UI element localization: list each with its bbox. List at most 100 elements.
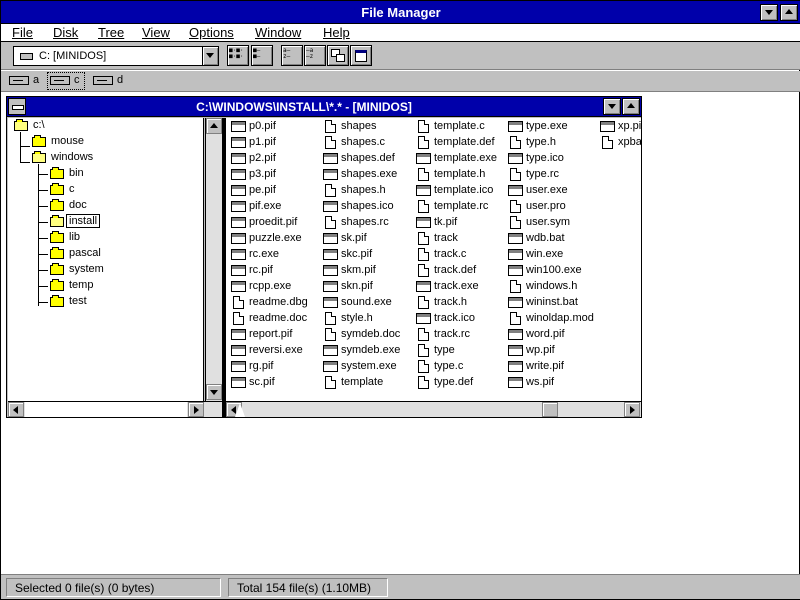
file-item[interactable]: shapes — [322, 119, 412, 135]
file-item[interactable]: wininst.bat — [507, 295, 597, 311]
file-item[interactable]: shapes.h — [322, 183, 412, 199]
tree-item-c[interactable]: c — [50, 183, 170, 198]
new-window-button[interactable] — [350, 45, 372, 66]
maximize-button[interactable] — [780, 4, 798, 21]
tree-item-c[interactable]: c:\ — [14, 119, 134, 134]
file-item[interactable]: sk.pif — [322, 231, 412, 247]
drive-c[interactable]: c — [47, 72, 85, 90]
file-item[interactable]: wp.pif — [507, 343, 597, 359]
file-item[interactable]: track.ico — [415, 311, 505, 327]
view-name-button[interactable]: ■·■· ■·■· — [227, 45, 249, 66]
file-item[interactable]: template.def — [415, 135, 505, 151]
file-item[interactable]: system.exe — [322, 359, 412, 375]
file-item[interactable]: readme.doc — [230, 311, 320, 327]
drive-d[interactable]: d — [91, 73, 127, 89]
file-item[interactable]: rcpp.exe — [230, 279, 320, 295]
file-item[interactable]: winoldap.mod — [507, 311, 597, 327]
cascade-windows-button[interactable] — [327, 45, 349, 66]
file-item[interactable]: p2.pif — [230, 151, 320, 167]
file-item[interactable]: readme.dbg — [230, 295, 320, 311]
scroll-right-button[interactable] — [188, 402, 204, 417]
file-item[interactable]: sc.pif — [230, 375, 320, 391]
tree-item-temp[interactable]: temp — [50, 279, 170, 294]
file-item[interactable]: shapes.c — [322, 135, 412, 151]
file-item[interactable]: word.pif — [507, 327, 597, 343]
view-details-button[interactable]: ■— ■— — [251, 45, 273, 66]
file-item[interactable]: track.rc — [415, 327, 505, 343]
file-item[interactable]: template.h — [415, 167, 505, 183]
sort-by-type-button[interactable]: —a —z — [304, 45, 326, 66]
file-item[interactable]: skc.pif — [322, 247, 412, 263]
file-item[interactable]: p0.pif — [230, 119, 320, 135]
file-item[interactable]: user.exe — [507, 183, 597, 199]
file-item[interactable]: user.pro — [507, 199, 597, 215]
file-item[interactable]: p3.pif — [230, 167, 320, 183]
file-item[interactable]: track.h — [415, 295, 505, 311]
file-item[interactable]: win100.exe — [507, 263, 597, 279]
menu-options[interactable]: Options — [189, 25, 234, 40]
file-item[interactable]: user.sym — [507, 215, 597, 231]
file-item[interactable]: symdeb.doc — [322, 327, 412, 343]
file-item[interactable]: reversi.exe — [230, 343, 320, 359]
file-scroll-right-button[interactable] — [624, 402, 640, 417]
file-item[interactable]: skn.pif — [322, 279, 412, 295]
file-item[interactable]: write.pif — [507, 359, 597, 375]
file-item[interactable]: report.pif — [230, 327, 320, 343]
tree-item-test[interactable]: test — [50, 295, 170, 310]
tree-scroll-track[interactable] — [25, 402, 187, 417]
scroll-down-button[interactable] — [206, 384, 222, 400]
file-item[interactable]: template — [322, 375, 412, 391]
tree-item-install[interactable]: install — [50, 214, 170, 230]
scroll-thumb[interactable] — [542, 402, 558, 417]
file-item[interactable]: wdb.bat — [507, 231, 597, 247]
menu-help[interactable]: Help — [323, 25, 350, 40]
minimize-button[interactable] — [760, 4, 778, 21]
menu-view[interactable]: View — [142, 25, 170, 40]
scroll-up-button[interactable] — [206, 118, 222, 134]
tree-item-system[interactable]: system — [50, 263, 170, 278]
tree-item-mouse[interactable]: mouse — [32, 135, 152, 150]
drive-dropdown[interactable]: C: [MINIDOS] — [13, 46, 219, 66]
file-item[interactable]: track — [415, 231, 505, 247]
file-item[interactable]: rc.pif — [230, 263, 320, 279]
file-item[interactable]: type.c — [415, 359, 505, 375]
file-item[interactable]: type — [415, 343, 505, 359]
file-item[interactable]: xpbar — [599, 135, 641, 151]
title-bar[interactable]: File Manager — [1, 1, 800, 24]
scroll-left-button[interactable] — [8, 402, 24, 417]
file-item[interactable]: skm.pif — [322, 263, 412, 279]
file-item[interactable]: tk.pif — [415, 215, 505, 231]
file-item[interactable]: ws.pif — [507, 375, 597, 391]
file-item[interactable]: track.c — [415, 247, 505, 263]
file-item[interactable]: template.c — [415, 119, 505, 135]
directory-window-title-bar[interactable]: C:\WINDOWS\INSTALL\*.* - [MINIDOS] — [7, 97, 641, 117]
file-item[interactable]: p1.pif — [230, 135, 320, 151]
sort-by-name-button[interactable]: a— z— — [281, 45, 303, 66]
file-item[interactable]: xp.pif — [599, 119, 641, 135]
file-item[interactable]: track.def — [415, 263, 505, 279]
file-item[interactable]: shapes.def — [322, 151, 412, 167]
file-item[interactable]: symdeb.exe — [322, 343, 412, 359]
tree-vertical-scrollbar[interactable] — [205, 118, 222, 401]
menu-disk[interactable]: Disk — [53, 25, 78, 40]
file-item[interactable]: pif.exe — [230, 199, 320, 215]
file-item[interactable]: type.def — [415, 375, 505, 391]
dropdown-arrow-button[interactable] — [202, 47, 218, 65]
tree-item-bin[interactable]: bin — [50, 167, 170, 182]
file-item[interactable]: type.exe — [507, 119, 597, 135]
tree-item-windows[interactable]: windows — [32, 151, 152, 166]
file-item[interactable]: type.ico — [507, 151, 597, 167]
tree-item-doc[interactable]: doc — [50, 199, 170, 214]
file-item[interactable]: template.ico — [415, 183, 505, 199]
file-item[interactable]: style.h — [322, 311, 412, 327]
file-item[interactable]: pe.pif — [230, 183, 320, 199]
file-item[interactable]: windows.h — [507, 279, 597, 295]
file-item[interactable]: template.rc — [415, 199, 505, 215]
drive-a[interactable]: a — [7, 73, 43, 89]
file-item[interactable]: rg.pif — [230, 359, 320, 375]
tree-item-lib[interactable]: lib — [50, 231, 170, 246]
menu-file[interactable]: File — [12, 25, 33, 40]
file-item[interactable]: rc.exe — [230, 247, 320, 263]
tree-horizontal-scrollbar[interactable] — [8, 401, 222, 417]
file-item[interactable]: proedit.pif — [230, 215, 320, 231]
